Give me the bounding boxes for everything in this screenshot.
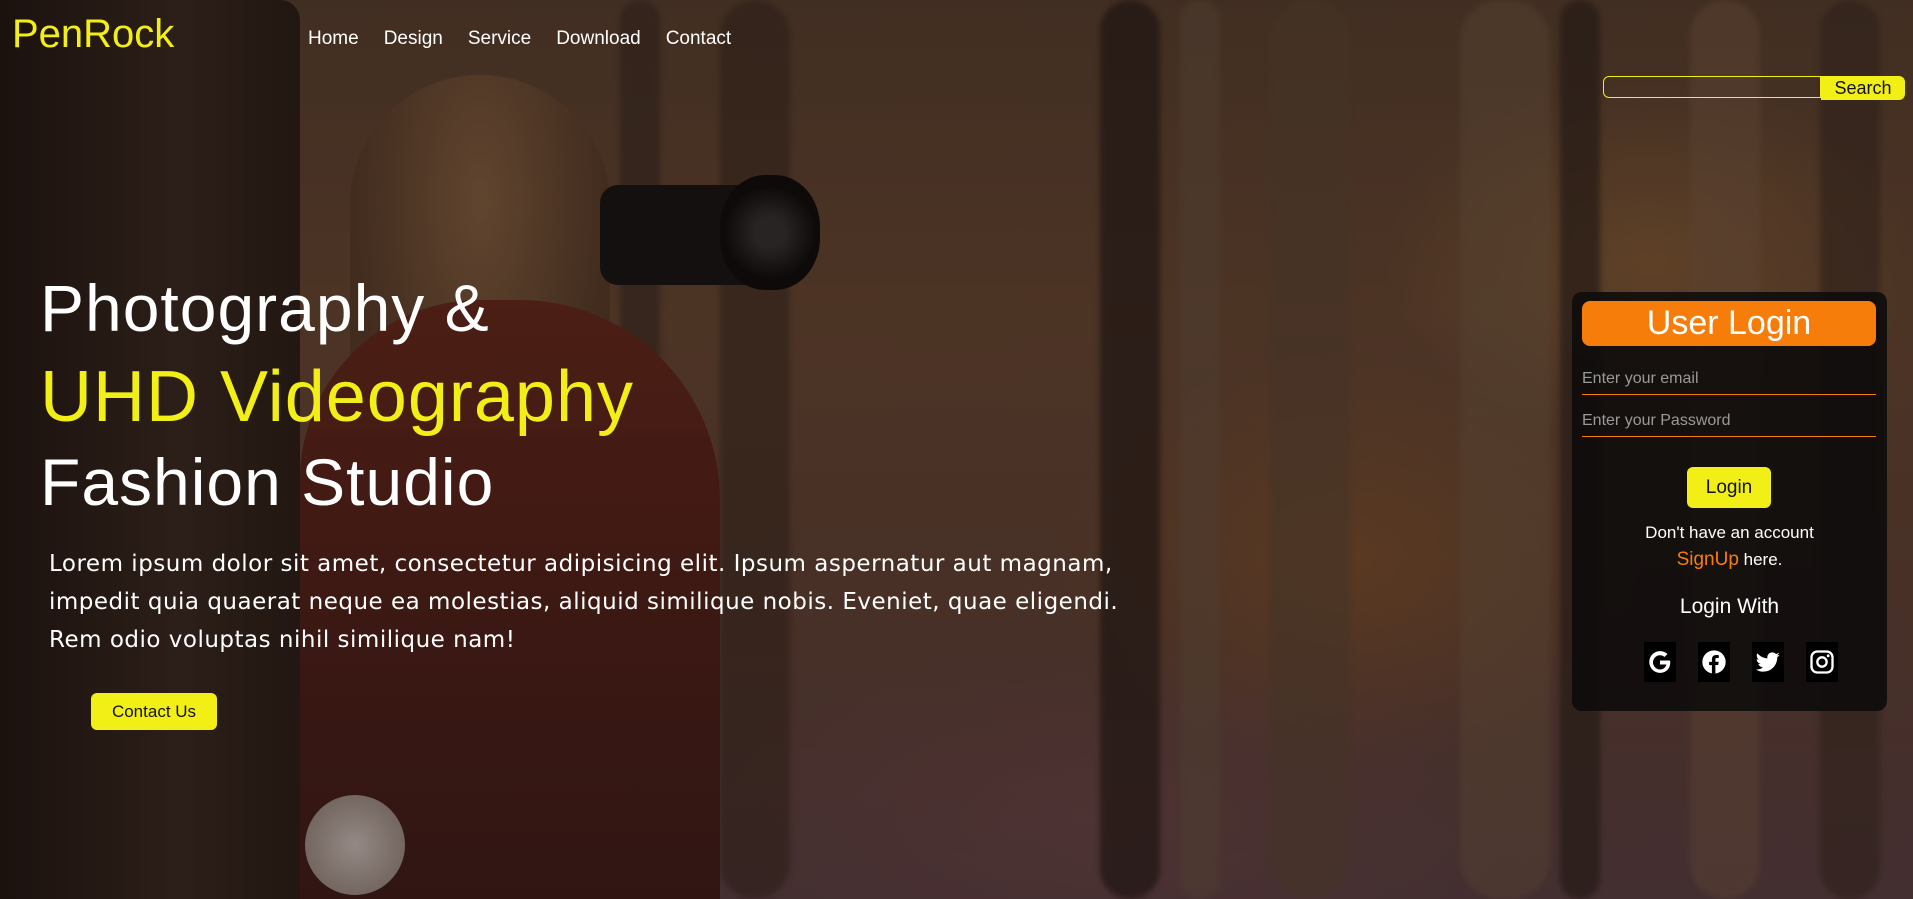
login-title: User Login	[1582, 301, 1876, 346]
hero-paragraph: Lorem ipsum dolor sit amet, consectetur …	[49, 551, 1119, 653]
nav-item-design[interactable]: Design	[384, 28, 443, 50]
site-logo[interactable]: PenRock	[12, 12, 174, 57]
main-nav: Home Design Service Download Contact	[308, 28, 731, 50]
no-account-text: Don't have an account	[1645, 523, 1814, 542]
search-input[interactable]	[1603, 76, 1821, 98]
twitter-icon[interactable]	[1752, 642, 1784, 682]
nav-item-contact[interactable]: Contact	[666, 28, 731, 50]
hero-heading-line3: Fashion Studio	[40, 445, 495, 519]
signup-link[interactable]: SignUp	[1677, 549, 1739, 570]
social-login-icons	[1644, 642, 1838, 682]
hero-heading-line2: UHD Videography	[40, 357, 634, 437]
login-card: User Login Login Don't have an account S…	[1572, 292, 1887, 711]
nav-item-service[interactable]: Service	[468, 28, 531, 50]
google-icon[interactable]	[1644, 642, 1676, 682]
search-button[interactable]: Search	[1821, 76, 1905, 100]
signup-line: SignUp here.	[1572, 549, 1887, 571]
nav-item-home[interactable]: Home	[308, 28, 359, 50]
search-bar: Search	[1603, 76, 1905, 100]
hero-heading-line1: Photography &	[40, 271, 490, 345]
nav-item-download[interactable]: Download	[556, 28, 641, 50]
email-field[interactable]	[1582, 364, 1876, 395]
facebook-icon[interactable]	[1698, 642, 1730, 682]
login-with-label: Login With	[1679, 595, 1780, 618]
login-button[interactable]: Login	[1687, 467, 1771, 508]
password-field[interactable]	[1582, 406, 1876, 437]
signup-suffix: here.	[1738, 550, 1783, 569]
instagram-icon[interactable]	[1806, 642, 1838, 682]
contact-us-button[interactable]: Contact Us	[91, 693, 217, 730]
